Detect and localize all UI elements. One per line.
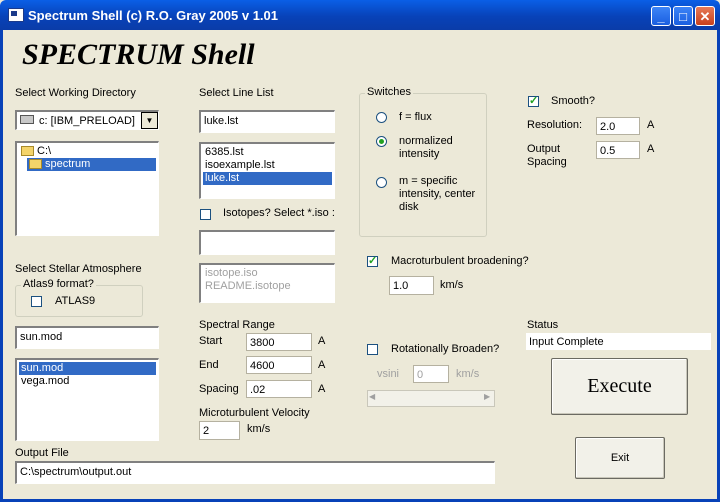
iso-file-item[interactable]: isotope.iso <box>203 267 332 280</box>
smooth-checkbox[interactable] <box>528 94 539 107</box>
working-dir-label: Select Working Directory <box>15 87 136 99</box>
line-list-label: Select Line List <box>199 87 274 99</box>
end-label: End <box>199 359 219 371</box>
rotation-label: Rotationally Broaden? <box>391 343 500 355</box>
atlas9-group-title: Atlas9 format? <box>21 278 96 290</box>
scroll-right-icon[interactable]: ▶ <box>484 392 490 401</box>
app-icon[interactable] <box>8 8 24 22</box>
close-button[interactable]: ✕ <box>695 6 715 26</box>
folder-item-label: spectrum <box>45 158 91 170</box>
iso-file-input[interactable] <box>199 230 335 255</box>
isotopes-label: Isotopes? Select *.iso : <box>223 207 335 219</box>
drive-select[interactable]: c: [IBM_PRELOAD] <box>15 110 159 130</box>
microturb-input[interactable]: 2 <box>199 421 240 440</box>
folder-item-root[interactable]: C:\ <box>19 145 156 158</box>
line-list-input[interactable]: luke.lst <box>199 110 335 133</box>
flux-label: f = flux <box>399 111 432 123</box>
app-title: SPECTRUM Shell <box>22 38 255 71</box>
output-file-label: Output File <box>15 447 69 459</box>
isotopes-checkbox[interactable] <box>200 209 211 220</box>
window-frame-left <box>0 30 3 502</box>
output-spacing-unit: A <box>647 143 655 155</box>
output-file-input[interactable]: C:\spectrum\output.out <box>15 461 495 484</box>
macroturb-input[interactable]: 1.0 <box>389 276 434 295</box>
folder-open-icon <box>29 159 42 169</box>
vsini-label: vsini <box>377 368 400 380</box>
output-spacing-label: Output Spacing <box>527 143 567 168</box>
smooth-label: Smooth? <box>551 95 596 107</box>
end-unit: A <box>318 359 326 371</box>
chevron-down-icon[interactable]: ▼ <box>141 112 158 129</box>
microturb-label: Microturbulent Velocity <box>199 407 310 419</box>
atlas9-checkbox[interactable] <box>31 296 42 307</box>
maximize-button[interactable]: □ <box>673 6 693 26</box>
line-list-files[interactable]: 6385.lst isoexample.lst luke.lst <box>199 142 335 199</box>
macroturb-checkbox[interactable] <box>367 254 378 267</box>
folder-list[interactable]: C:\ spectrum <box>15 141 159 236</box>
line-list-item[interactable]: isoexample.lst <box>203 159 332 172</box>
start-label: Start <box>199 335 223 347</box>
execute-button[interactable]: Execute <box>551 358 688 415</box>
atmosphere-label: Select Stellar Atmosphere <box>15 263 142 275</box>
flux-radio[interactable] <box>376 112 387 123</box>
drive-icon <box>20 115 34 124</box>
end-input[interactable]: 4600 <box>246 356 312 374</box>
line-list-item[interactable]: 6385.lst <box>203 146 332 159</box>
atmosphere-item[interactable]: vega.mod <box>19 375 156 388</box>
spectral-range-label: Spectral Range <box>199 319 275 331</box>
folder-item-spectrum[interactable]: spectrum <box>27 158 156 171</box>
iso-file-list[interactable]: isotope.iso README.isotope <box>199 263 335 303</box>
microturb-unit: km/s <box>247 423 271 435</box>
status-value: Input Complete <box>525 332 712 351</box>
resolution-unit: A <box>647 119 655 131</box>
start-input[interactable]: 3800 <box>246 333 312 351</box>
status-label: Status <box>527 319 559 331</box>
scroll-left-icon[interactable]: ◀ <box>369 392 375 401</box>
exit-button[interactable]: Exit <box>575 437 665 479</box>
macroturb-label: Macroturbulent broadening? <box>391 255 529 267</box>
spacing-input[interactable]: .02 <box>246 380 312 398</box>
folder-item-label: C:\ <box>37 145 52 157</box>
drive-select-value: c: [IBM_PRELOAD] <box>39 115 135 127</box>
window-title: Spectrum Shell (c) R.O. Gray 2005 v 1.01 <box>28 8 279 23</box>
atmosphere-item[interactable]: sun.mod <box>19 362 156 375</box>
switches-title: Switches <box>365 86 414 98</box>
iso-file-item[interactable]: README.isotope <box>203 280 332 293</box>
resolution-label: Resolution: <box>527 119 583 131</box>
atmosphere-file-input[interactable]: sun.mod <box>15 326 159 349</box>
resolution-input[interactable]: 2.0 <box>596 117 640 135</box>
vsini-input[interactable]: 0 <box>413 365 449 383</box>
macroturb-unit: km/s <box>440 279 464 291</box>
specific-intensity-label: m = specific intensity, center disk <box>399 175 476 213</box>
spacing-label: Spacing <box>199 383 239 395</box>
vsini-unit: km/s <box>456 368 480 380</box>
folder-open-icon <box>21 146 34 156</box>
rotation-checkbox[interactable] <box>367 344 378 355</box>
vsini-scrollbar[interactable] <box>367 390 495 407</box>
line-list-item[interactable]: luke.lst <box>203 172 332 185</box>
normalized-label: normalized intensity <box>399 135 453 160</box>
atlas9-label: ATLAS9 <box>55 295 96 307</box>
specific-intensity-radio[interactable] <box>376 177 387 188</box>
start-unit: A <box>318 335 326 347</box>
minimize-button[interactable]: _ <box>651 6 671 26</box>
normalized-radio[interactable] <box>376 136 387 147</box>
atmosphere-list[interactable]: sun.mod vega.mod <box>15 358 159 441</box>
spacing-unit: A <box>318 383 326 395</box>
output-spacing-input[interactable]: 0.5 <box>596 141 640 159</box>
